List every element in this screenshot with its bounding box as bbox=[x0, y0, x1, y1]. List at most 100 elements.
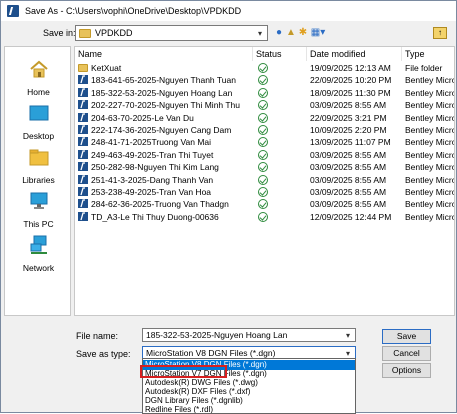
places-bar: Home Desktop Libraries This PC Network bbox=[4, 46, 71, 316]
file-name-text: 204-63-70-2025-Le Van Du bbox=[91, 112, 194, 123]
file-row[interactable]: KetXuat 19/09/2025 12:13 AM File folder bbox=[75, 62, 454, 74]
date-cell: 22/09/2025 3:21 PM bbox=[310, 112, 387, 123]
chevron-down-icon: ▾ bbox=[257, 29, 262, 38]
file-row[interactable]: 183-641-65-2025-Nguyen Thanh Tuan 22/09/2… bbox=[75, 74, 454, 86]
home-icon bbox=[30, 60, 48, 78]
sync-ok-icon bbox=[258, 174, 268, 185]
file-name-input[interactable]: 185-322-53-2025-Nguyen Hoang Lan ▾ bbox=[142, 328, 356, 342]
sync-ok-icon bbox=[258, 211, 268, 222]
dgn-file-icon bbox=[78, 174, 88, 184]
dgn-file-icon bbox=[78, 149, 88, 159]
save-as-type-value: MicroStation V8 DGN Files (*.dgn) bbox=[146, 348, 276, 358]
file-name-label: File name: bbox=[76, 331, 119, 341]
file-row[interactable]: TD_A3-Le Thi Thuy Duong-00636 12/09/2025 … bbox=[75, 211, 454, 223]
file-name-cell: KetXuat bbox=[75, 62, 253, 74]
back-icon[interactable]: ● bbox=[273, 26, 285, 40]
file-name-cell: 251-41-3-2025-Dang Thanh Van bbox=[75, 174, 253, 186]
column-header-date[interactable]: Date modified bbox=[307, 47, 402, 61]
dgn-file-icon bbox=[78, 211, 88, 221]
file-name-text: 284-62-36-2025-Truong Van Thadgn bbox=[91, 199, 229, 210]
options-button[interactable]: Options bbox=[382, 363, 431, 378]
place-desktop[interactable]: Desktop bbox=[5, 99, 72, 143]
sync-ok-icon bbox=[258, 112, 268, 123]
file-name-text: TD_A3-Le Thi Thuy Duong-00636 bbox=[91, 211, 219, 222]
file-row[interactable]: 284-62-36-2025-Truong Van Thadgn 03/09/20… bbox=[75, 198, 454, 210]
sync-ok-icon bbox=[258, 87, 268, 98]
status-cell bbox=[256, 99, 306, 111]
file-name-cell: 253-238-49-2025-Tran Van Hoa bbox=[75, 186, 253, 198]
file-name-text: 202-227-70-2025-Nguyen Thi Minh Thu bbox=[91, 100, 241, 111]
save-in-dropdown[interactable]: VPDKDD ▾ bbox=[75, 25, 268, 41]
dgn-file-icon bbox=[78, 125, 88, 134]
date-cell: 18/09/2025 11:30 PM bbox=[310, 87, 391, 98]
file-name-cell: 222-174-36-2025-Nguyen Cang Dam bbox=[75, 124, 253, 136]
date-cell: 12/09/2025 12:44 PM bbox=[310, 211, 392, 222]
save-button[interactable]: Save bbox=[382, 329, 431, 344]
status-cell bbox=[256, 186, 306, 198]
status-cell bbox=[256, 211, 306, 223]
date-cell: 03/09/2025 8:55 AM bbox=[310, 187, 387, 197]
file-row[interactable]: 249-463-49-2025-Tran Thi Tuyet 03/09/2025… bbox=[75, 149, 454, 161]
file-row[interactable]: 248-41-71-2025Truong Van Mai 13/09/2025 1… bbox=[75, 136, 454, 148]
place-libraries[interactable]: Libraries bbox=[5, 143, 72, 187]
sync-ok-icon bbox=[258, 149, 268, 160]
folder-icon bbox=[78, 64, 88, 72]
dgn-file-icon bbox=[78, 187, 88, 196]
type-cell: Bentley MicroStation bbox=[405, 137, 454, 148]
file-row[interactable]: 222-174-36-2025-Nguyen Cang Dam 10/09/202… bbox=[75, 124, 454, 136]
status-cell bbox=[256, 112, 306, 124]
column-header-name[interactable]: Name bbox=[75, 47, 253, 61]
date-cell: 19/09/2025 12:13 AM bbox=[310, 63, 391, 73]
browse-icon[interactable]: ↑ bbox=[433, 27, 447, 39]
new-folder-icon[interactable]: ✱ bbox=[297, 26, 309, 40]
file-name-cell: 248-41-71-2025Truong Van Mai bbox=[75, 136, 253, 148]
type-cell: Bentley MicroStation bbox=[405, 100, 454, 111]
file-row[interactable]: 185-322-53-2025-Nguyen Hoang Lan 18/09/20… bbox=[75, 87, 454, 99]
save-as-dialog: Save As - C:\Users\vophi\OneDrive\Deskto… bbox=[0, 0, 457, 414]
place-this-pc[interactable]: This PC bbox=[5, 187, 72, 231]
chevron-down-icon: ▾ bbox=[345, 331, 350, 340]
type-cell: File folder bbox=[405, 63, 443, 73]
dgn-file-icon bbox=[78, 100, 88, 110]
column-header-status[interactable]: Status bbox=[253, 47, 307, 61]
file-name-text: 248-41-71-2025Truong Van Mai bbox=[91, 137, 212, 148]
sync-ok-icon bbox=[258, 162, 268, 173]
place-label: Libraries bbox=[22, 175, 55, 185]
libraries-icon bbox=[29, 149, 49, 166]
file-name-text: 249-463-49-2025-Tran Thi Tuyet bbox=[91, 149, 214, 160]
file-name-cell: 249-463-49-2025-Tran Thi Tuyet bbox=[75, 149, 253, 161]
cancel-button[interactable]: Cancel bbox=[382, 346, 431, 361]
save-in-row: Save in: VPDKDD ▾ ● ▲ ✱ ▦▾ ↑ bbox=[1, 24, 456, 44]
dgn-file-icon bbox=[78, 199, 88, 209]
file-name-text: 250-282-98-Nguyen Thi Kim Lang bbox=[91, 162, 219, 173]
file-name-cell: 204-63-70-2025-Le Van Du bbox=[75, 112, 253, 124]
dgn-file-icon bbox=[78, 137, 88, 147]
window-title: Save As - C:\Users\vophi\OneDrive\Deskto… bbox=[25, 6, 242, 16]
type-cell: Bentley MicroStation bbox=[405, 125, 454, 135]
file-row[interactable]: 250-282-98-Nguyen Thi Kim Lang 03/09/2025… bbox=[75, 161, 454, 173]
date-cell: 03/09/2025 8:55 AM bbox=[310, 100, 387, 111]
file-row[interactable]: 251-41-3-2025-Dang Thanh Van 03/09/2025 8… bbox=[75, 174, 454, 186]
status-cell bbox=[256, 62, 306, 74]
status-cell bbox=[256, 124, 306, 136]
place-label: Network bbox=[22, 263, 55, 273]
type-cell: Bentley MicroStation bbox=[405, 75, 454, 86]
file-row[interactable]: 202-227-70-2025-Nguyen Thi Minh Thu 03/09… bbox=[75, 99, 454, 111]
column-header-type[interactable]: Type bbox=[402, 47, 454, 61]
status-cell bbox=[256, 161, 306, 173]
file-row[interactable]: 204-63-70-2025-Le Van Du 22/09/2025 3:21 … bbox=[75, 112, 454, 124]
dgn-file-icon bbox=[78, 75, 88, 85]
date-cell: 03/09/2025 8:55 AM bbox=[310, 149, 387, 160]
place-network[interactable]: Network bbox=[5, 231, 72, 275]
status-cell bbox=[256, 174, 306, 186]
place-home[interactable]: Home bbox=[5, 55, 72, 99]
file-name-cell: 202-227-70-2025-Nguyen Thi Minh Thu bbox=[75, 99, 253, 111]
file-name-value: 185-322-53-2025-Nguyen Hoang Lan bbox=[146, 330, 288, 340]
up-folder-icon[interactable]: ▲ bbox=[285, 26, 297, 40]
file-row[interactable]: 253-238-49-2025-Tran Van Hoa 03/09/2025 8… bbox=[75, 186, 454, 198]
status-cell bbox=[256, 198, 306, 210]
type-cell: Bentley MicroStation bbox=[405, 199, 454, 210]
place-label: Desktop bbox=[22, 131, 55, 141]
folder-icon bbox=[79, 28, 91, 38]
view-menu-icon[interactable]: ▦▾ bbox=[309, 26, 327, 40]
